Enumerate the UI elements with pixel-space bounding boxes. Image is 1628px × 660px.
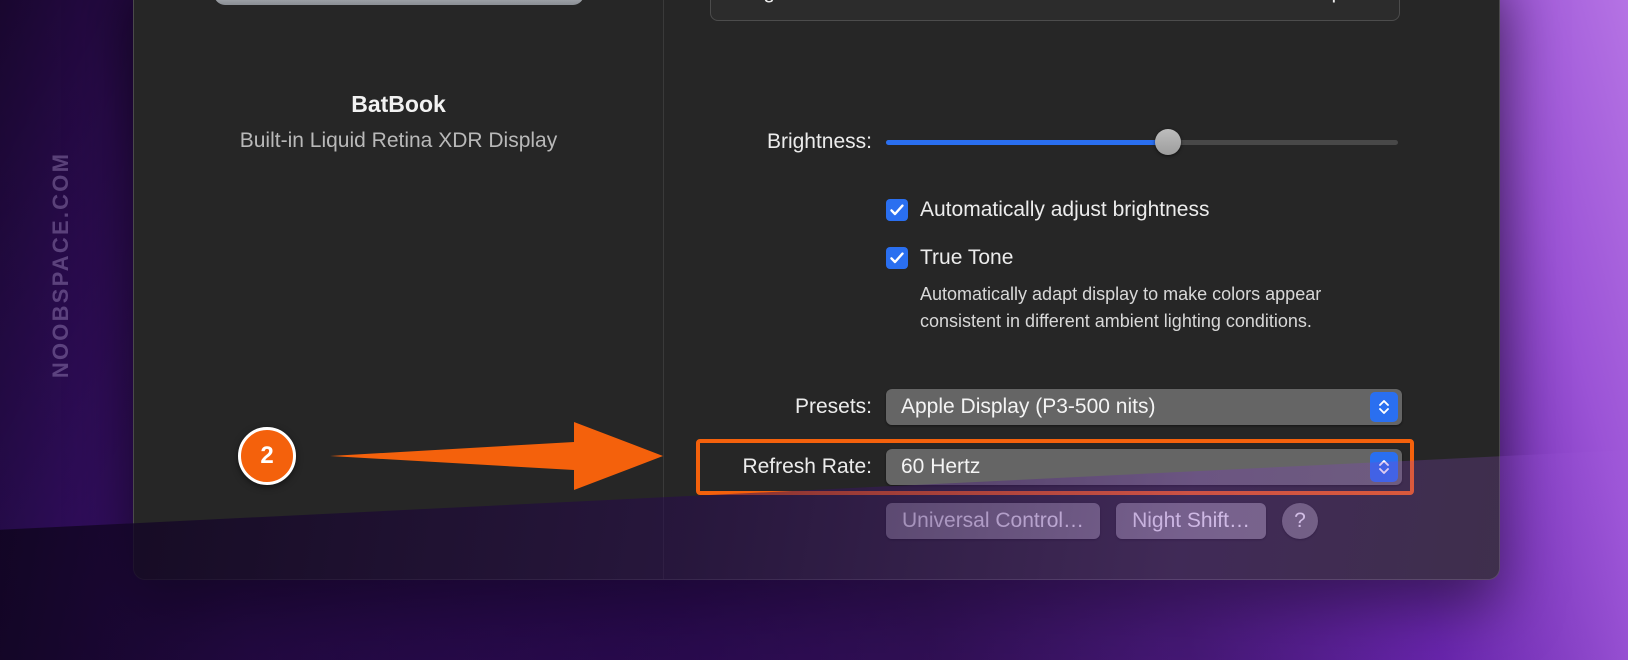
- site-watermark: NOOBSPACE.COM: [48, 151, 73, 379]
- true-tone-label: True Tone: [920, 246, 1014, 269]
- night-shift-button[interactable]: Night Shift…: [1116, 503, 1266, 539]
- checkbox-checked-icon[interactable]: [886, 199, 908, 221]
- presets-label: Presets:: [794, 395, 872, 418]
- brightness-row: Brightness:: [664, 129, 1499, 155]
- default-label: Default: [1167, 0, 1238, 4]
- up-down-chevron-icon[interactable]: [1370, 452, 1398, 482]
- presets-value: Apple Display (P3-500 nits): [901, 395, 1156, 418]
- displays-preferences-window: BatBook Built-in Liquid Retina XDR Displ…: [133, 0, 1500, 580]
- brightness-track-fill: [886, 140, 1168, 145]
- presets-dropdown[interactable]: Apple Display (P3-500 nits): [886, 389, 1402, 425]
- more-space-label: More Space: [1264, 0, 1377, 4]
- desktop-wallpaper: NOOBSPACE.COM BatBook Built-in Liquid Re…: [0, 0, 1628, 660]
- text-size-group: Larger Text Default More Space: [710, 0, 1400, 21]
- display-name: BatBook: [351, 91, 446, 117]
- laptop-base-graphic: [213, 0, 584, 5]
- brightness-slider-knob[interactable]: [1154, 129, 1181, 155]
- true-tone-checkbox-row[interactable]: True Tone: [886, 246, 1013, 270]
- right-arrow-annotation: [330, 422, 663, 490]
- refresh-rate-row: Refresh Rate: 60 Hertz: [664, 449, 1499, 485]
- display-preview-pane: BatBook Built-in Liquid Retina XDR Displ…: [134, 0, 664, 579]
- text-size-slider-row: Larger Text Default More Space: [733, 0, 1377, 4]
- display-settings-pane: Larger Text Default More Space Brightnes…: [664, 0, 1499, 579]
- step-number-badge: 2: [238, 427, 296, 485]
- refresh-rate-value: 60 Hertz: [901, 455, 981, 478]
- presets-row: Presets: Apple Display (P3-500 nits): [664, 389, 1499, 425]
- refresh-rate-label: Refresh Rate:: [742, 455, 872, 478]
- macbook-pro-front-icon: [213, 0, 584, 9]
- auto-brightness-label: Automatically adjust brightness: [920, 198, 1210, 221]
- bottom-button-row: Universal Control… Night Shift… ?: [886, 503, 1318, 539]
- display-subtitle: Built-in Liquid Retina XDR Display: [239, 129, 558, 152]
- larger-text-label: Larger Text: [733, 0, 838, 4]
- checkbox-checked-icon[interactable]: [886, 247, 908, 269]
- universal-control-button[interactable]: Universal Control…: [886, 503, 1101, 539]
- auto-brightness-checkbox-row[interactable]: Automatically adjust brightness: [886, 198, 1209, 222]
- help-button[interactable]: ?: [1281, 503, 1318, 539]
- true-tone-description: Automatically adapt display to make colo…: [920, 284, 1322, 331]
- brightness-label: Brightness:: [766, 130, 872, 153]
- up-down-chevron-icon[interactable]: [1370, 392, 1398, 422]
- brightness-slider[interactable]: [886, 129, 1398, 155]
- refresh-rate-dropdown[interactable]: 60 Hertz: [886, 449, 1402, 485]
